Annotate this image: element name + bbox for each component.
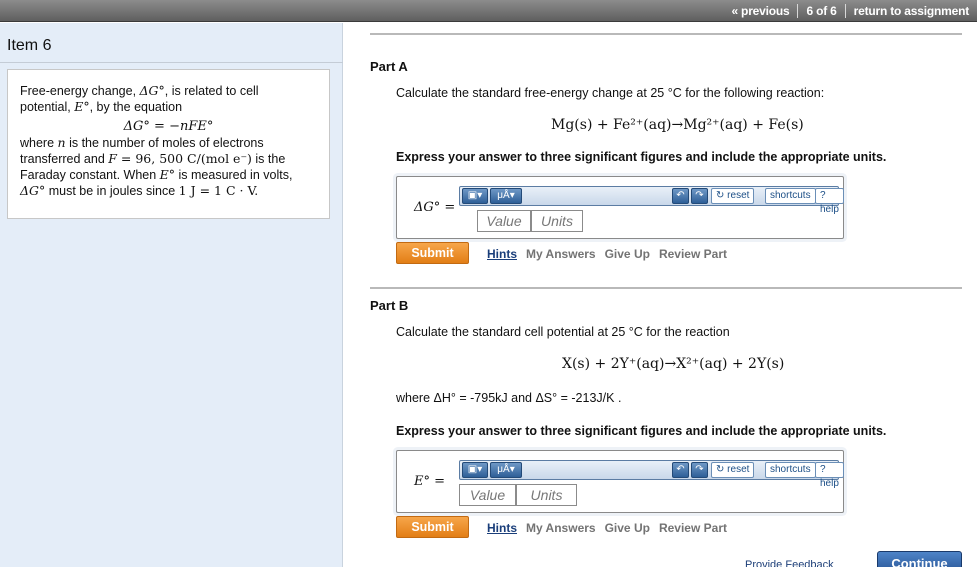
help-button[interactable]: ? help [815, 188, 844, 215]
part-b-instruction: Express your answer to three significant… [396, 424, 887, 438]
info-line: Faraday constant. When E° is measured in… [20, 167, 293, 182]
equation-toolbar: ▣▾ μÅ▾ ↶ ↷ ↻ reset shortcuts ? help [459, 186, 844, 215]
top-nav: « previous 6 of 6 return to assignment [723, 0, 977, 22]
return-to-assignment-link[interactable]: return to assignment [846, 4, 977, 18]
previous-link[interactable]: « previous [723, 4, 797, 18]
continue-button[interactable]: Continue [877, 551, 962, 567]
item-title: Item 6 [7, 37, 52, 54]
value-input[interactable]: Value [459, 484, 516, 506]
hints-link[interactable]: Hints [487, 521, 517, 535]
part-b-reaction: X(s) + 2Y⁺(aq)→X²⁺(aq) + 2Y(s) [562, 356, 785, 372]
part-a-question: Calculate the standard free-energy chang… [396, 86, 825, 100]
template-icon[interactable]: ▣▾ [462, 188, 488, 204]
top-bar: « previous 6 of 6 return to assignment [0, 0, 977, 22]
part-b-where: where ΔH° = -795kJ and ΔS° = -213J/K . [396, 391, 622, 405]
info-line: ΔG° must be in joules since 1 J = 1 C · … [20, 183, 259, 198]
part-a-instruction: Express your answer to three significant… [396, 150, 887, 164]
info-line: Free-energy change, ΔG°, is related to c… [20, 83, 259, 98]
info-line: transferred and F = 96, 500 C/(mol e⁻) i… [20, 151, 286, 166]
reset-button[interactable]: ↻ reset [711, 188, 755, 204]
part-divider [370, 287, 962, 289]
review-part-link[interactable]: Review Part [659, 247, 727, 261]
undo-icon[interactable]: ↶ [672, 462, 689, 478]
hints-link[interactable]: Hints [487, 247, 517, 261]
shortcuts-button[interactable]: shortcuts [765, 188, 816, 204]
part-a-title: Part A [370, 59, 408, 74]
template-icon[interactable]: ▣▾ [462, 462, 488, 478]
part-b-answer-box: E° = ▣▾ μÅ▾ ↶ ↷ ↻ reset shortcuts ? help… [396, 450, 844, 513]
info-line: where n is the number of moles of electr… [20, 135, 264, 150]
equation: ΔG° = −nFE° [123, 119, 214, 134]
give-up-link[interactable]: Give Up [605, 521, 650, 535]
part-a-reaction: Mg(s) + Fe²⁺(aq)→Mg²⁺(aq) + Fe(s) [551, 117, 804, 133]
main-content: Part A Calculate the standard free-energ… [344, 23, 977, 567]
reset-button[interactable]: ↻ reset [711, 462, 755, 478]
part-b-title: Part B [370, 298, 409, 313]
part-b-links: Hints My Answers Give Up Review Part [487, 521, 736, 535]
part-a-submit-button[interactable]: Submit [396, 242, 469, 264]
equation-toolbar: ▣▾ μÅ▾ ↶ ↷ ↻ reset shortcuts ? help [459, 460, 844, 489]
review-part-link[interactable]: Review Part [659, 521, 727, 535]
units-input[interactable]: Units [531, 210, 583, 232]
redo-icon[interactable]: ↷ [691, 462, 708, 478]
redo-icon[interactable]: ↷ [691, 188, 708, 204]
units-input[interactable]: Units [516, 484, 577, 506]
part-a-links: Hints My Answers Give Up Review Part [487, 247, 736, 261]
part-divider [370, 33, 962, 35]
units-button[interactable]: μÅ▾ [490, 188, 522, 204]
item-position: 6 of 6 [806, 4, 837, 18]
part-b-submit-button[interactable]: Submit [396, 516, 469, 538]
part-b-question: Calculate the standard cell potential at… [396, 325, 730, 339]
answer-label: E° = [414, 474, 446, 489]
shortcuts-button[interactable]: shortcuts [765, 462, 816, 478]
undo-icon[interactable]: ↶ [672, 188, 689, 204]
provide-feedback-link[interactable]: Provide Feedback [745, 559, 834, 567]
give-up-link[interactable]: Give Up [605, 247, 650, 261]
my-answers-link[interactable]: My Answers [526, 521, 596, 535]
my-answers-link[interactable]: My Answers [526, 247, 596, 261]
part-a-answer-box: ΔG° = ▣▾ μÅ▾ ↶ ↷ ↻ reset shortcuts ? hel… [396, 176, 844, 239]
help-button[interactable]: ? help [815, 462, 844, 489]
info-box: Free-energy change, ΔG°, is related to c… [7, 69, 330, 219]
sidebar: Item 6 Free-energy change, ΔG°, is relat… [0, 23, 343, 567]
info-line: potential, E°, by the equation [20, 99, 183, 114]
units-button[interactable]: μÅ▾ [490, 462, 522, 478]
divider [0, 62, 343, 63]
answer-label: ΔG° = [414, 200, 456, 215]
value-input[interactable]: Value [477, 210, 531, 232]
